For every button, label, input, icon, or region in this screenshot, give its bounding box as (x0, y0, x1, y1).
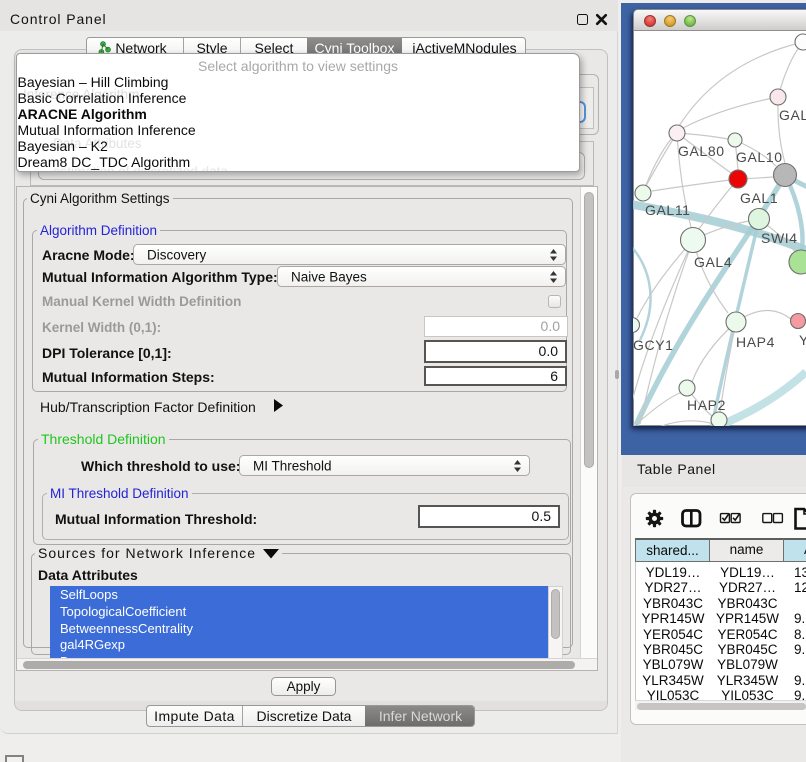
svg-text:YKL: YKL (799, 332, 806, 348)
svg-text:HAP2: HAP2 (687, 397, 726, 413)
svg-text:HAP4: HAP4 (736, 334, 775, 350)
svg-text:GAL4: GAL4 (694, 254, 732, 270)
svg-text:GAL7: GAL7 (779, 107, 806, 123)
svg-text:GCY1: GCY1 (633, 337, 674, 353)
svg-text:GAL1: GAL1 (740, 190, 778, 206)
svg-text:GAL80: GAL80 (678, 143, 725, 159)
svg-text:GAL10: GAL10 (736, 149, 783, 165)
svg-text:SWI4: SWI4 (761, 230, 798, 246)
svg-text:GAL11: GAL11 (645, 202, 691, 218)
